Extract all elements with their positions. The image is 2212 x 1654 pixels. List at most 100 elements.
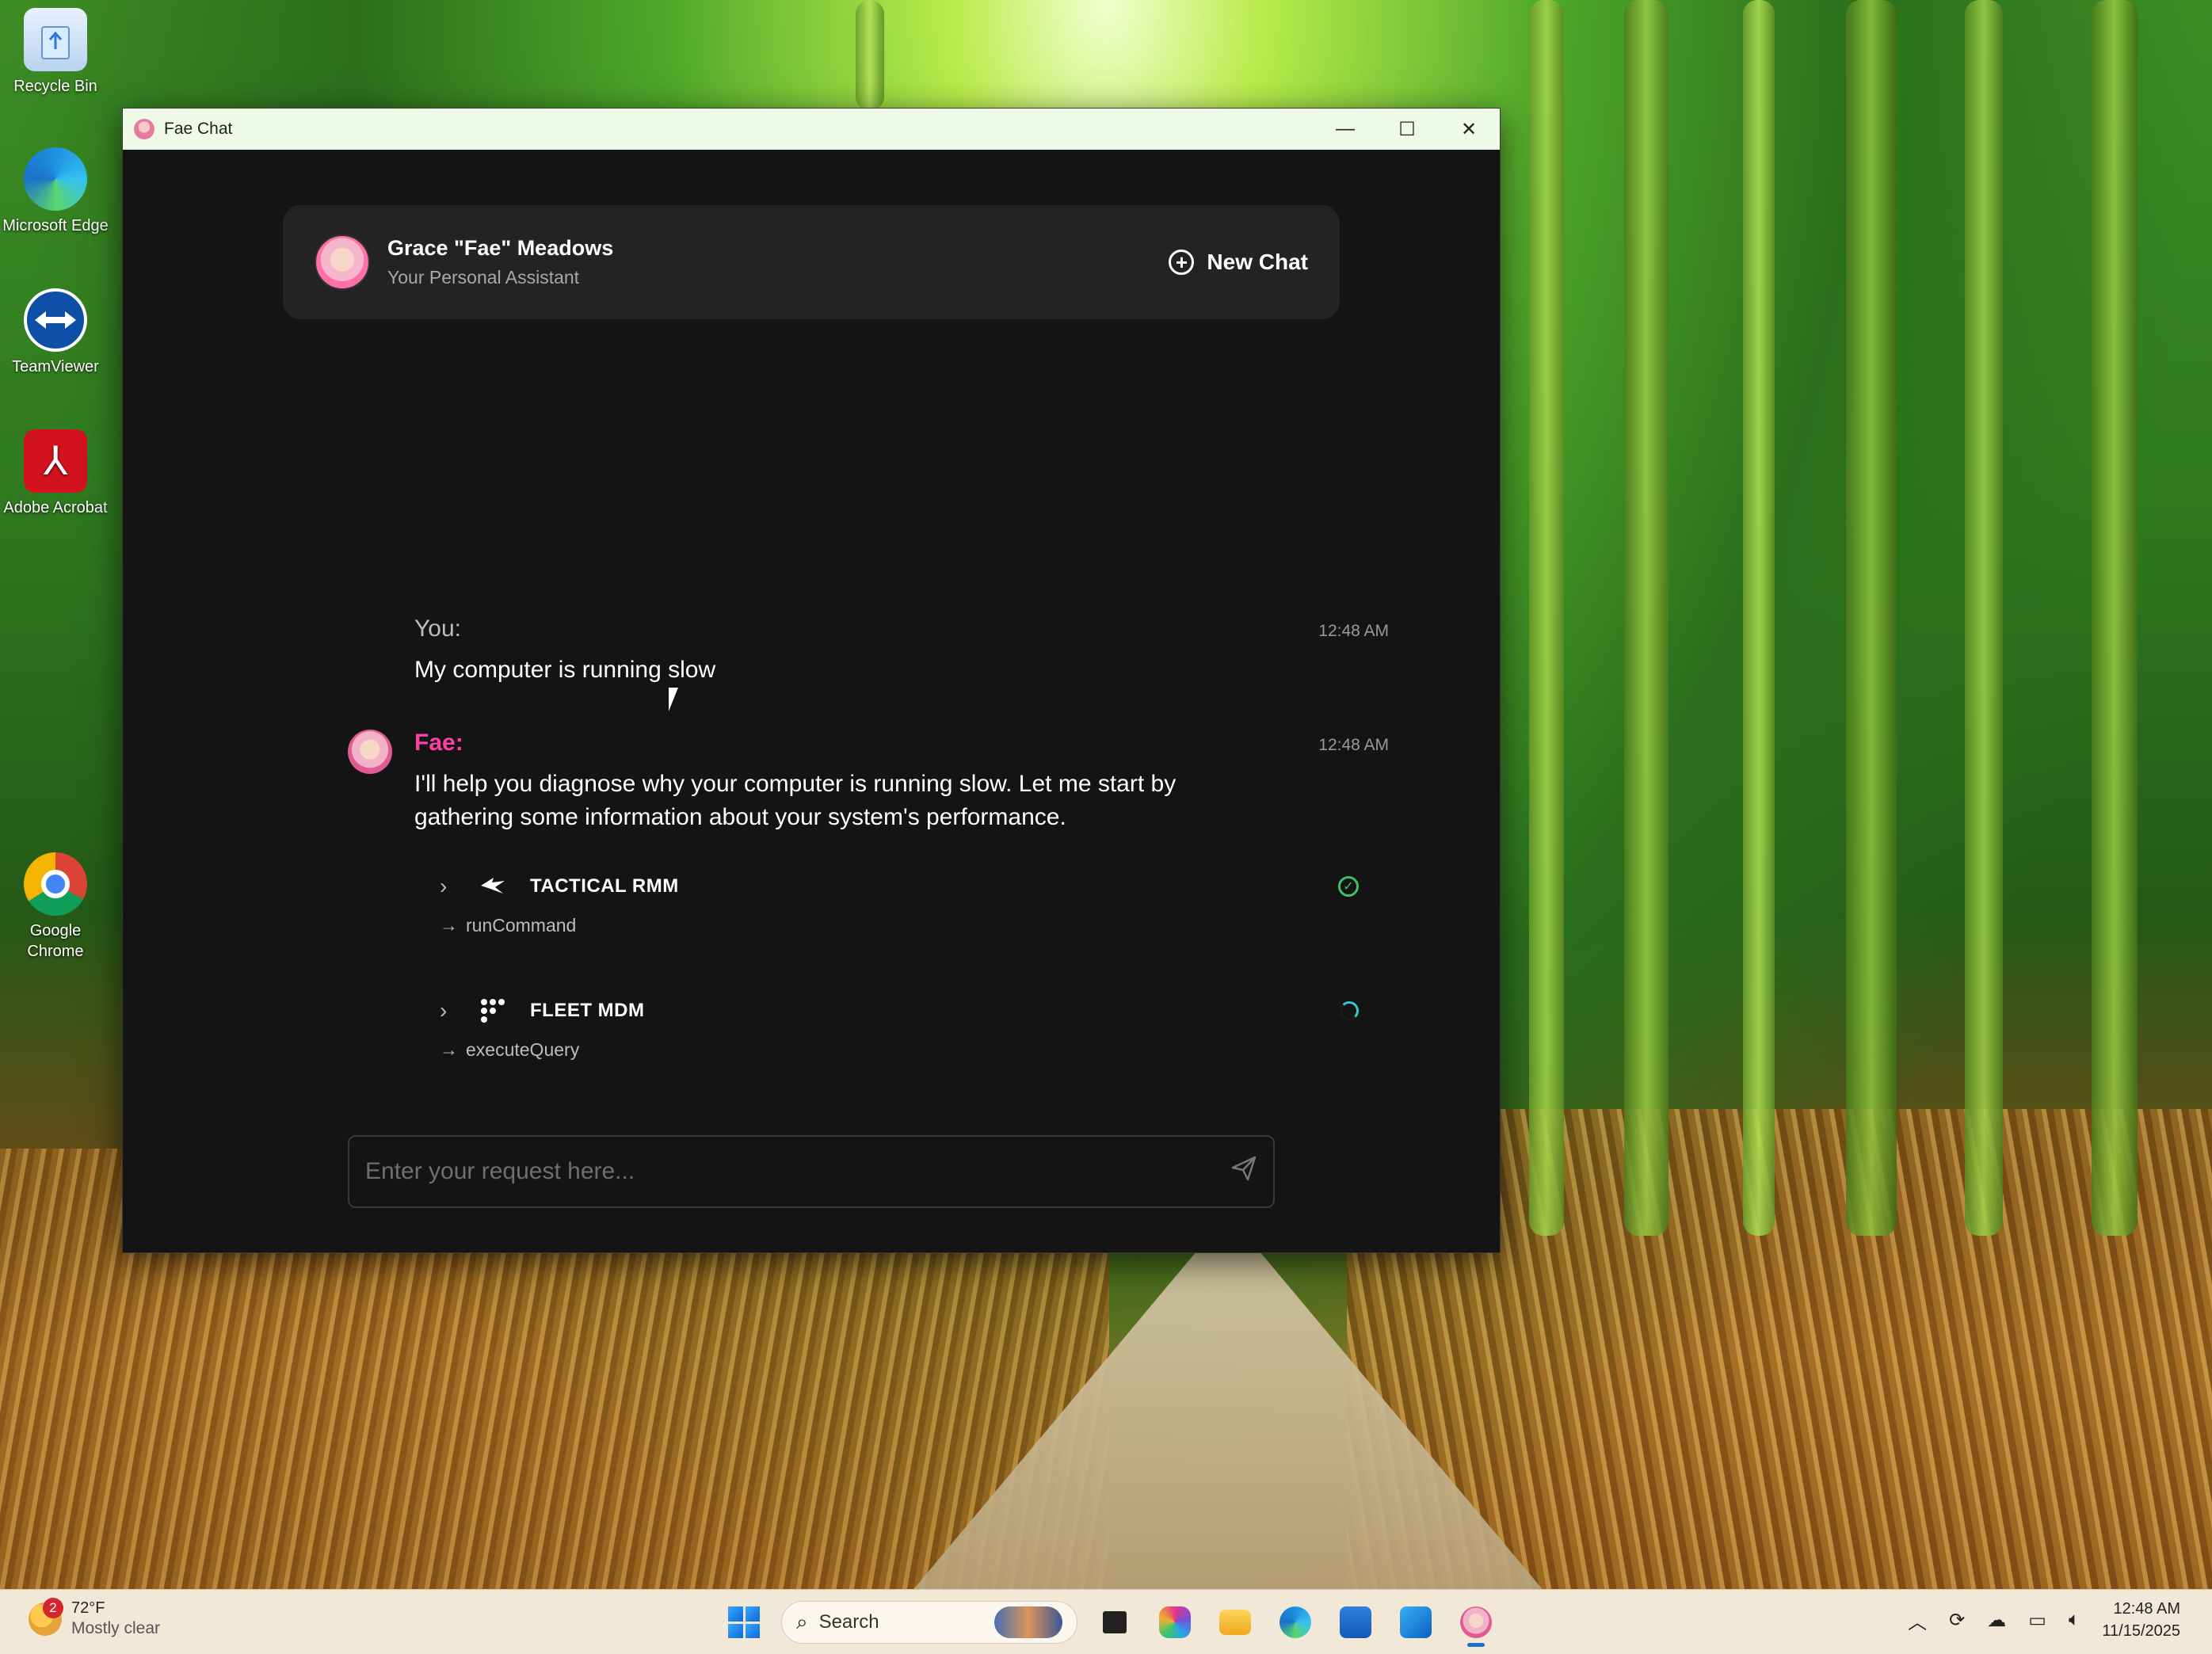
wallpaper-bamboo [1529, 0, 1564, 1236]
edge-icon [24, 147, 87, 211]
minimize-button[interactable]: — [1314, 109, 1376, 150]
notification-badge: 2 [43, 1597, 63, 1618]
tactical-rmm-icon [479, 876, 514, 897]
windows-icon [728, 1606, 760, 1638]
task-view-button[interactable] [1089, 1598, 1141, 1647]
desktop-icon-label: Google Chrome [27, 922, 84, 960]
tool-name: FLEET MDM [530, 1000, 645, 1021]
wallpaper-bamboo [1624, 0, 1669, 1236]
weather-condition: Mostly clear [71, 1619, 161, 1637]
taskbar-apps: ⌕ Search [718, 1598, 1510, 1647]
wallpaper-bamboo [856, 0, 884, 111]
desktop-icon-acrobat[interactable]: ⅄ Adobe Acrobat [0, 429, 111, 518]
assistant-name: Grace "Fae" Meadows [387, 236, 614, 260]
arrow-right-icon: → [440, 1039, 458, 1060]
fleet-mdm-icon [479, 997, 514, 1024]
tool-action-name: runCommand [466, 915, 577, 936]
message-timestamp: 12:48 AM [1318, 622, 1389, 640]
tool-action: → runCommand [440, 915, 1375, 936]
outlook-button[interactable] [1390, 1598, 1442, 1647]
file-explorer-button[interactable] [1209, 1598, 1261, 1647]
message-text: My computer is running slow [414, 657, 716, 683]
plus-circle-icon: + [1169, 250, 1195, 275]
search-label: Search [818, 1611, 879, 1633]
assistant-message: Fae: 12:48 AM I'll help you diagnose why… [414, 730, 1389, 834]
weather-sun-icon: 2 [29, 1597, 63, 1636]
tool-call-tactical-rmm: › TACTICAL RMM ✓ → runCommand [440, 869, 1375, 936]
fae-avatar [348, 730, 392, 774]
fae-chat-window: Fae Chat — ☐ ✕ Grace "Fae" Meadows Your … [122, 108, 1501, 1253]
desktop-icon-chrome[interactable]: Google Chrome [0, 852, 111, 962]
message-timestamp: 12:48 AM [1318, 736, 1389, 754]
tool-call-header[interactable]: › FLEET MDM [440, 993, 1375, 1028]
user-message: You: 12:48 AM My computer is running slo… [414, 615, 1389, 687]
arrow-right-icon: → [440, 915, 458, 936]
weather-temp: 72°F [71, 1599, 105, 1617]
taskbar: 2 72°F Mostly clear ⌕ Search ︿ ⟳ ☁ ▭ 🔈︎ … [0, 1589, 2212, 1654]
chevron-right-icon[interactable]: › [440, 874, 479, 899]
recycle-bin-icon [24, 8, 87, 71]
edge-taskbar-button[interactable] [1269, 1598, 1321, 1647]
store-button[interactable] [1329, 1598, 1382, 1647]
wallpaper-bamboo [1846, 0, 1897, 1236]
window-controls: — ☐ ✕ [1314, 109, 1500, 150]
tool-name: TACTICAL RMM [530, 875, 679, 897]
maximize-button[interactable]: ☐ [1376, 109, 1438, 150]
edge-icon [1280, 1606, 1311, 1638]
chat-input-container [348, 1135, 1275, 1208]
fae-avatar-icon [1460, 1606, 1492, 1638]
desktop-icon-edge[interactable]: Microsoft Edge [0, 147, 111, 236]
new-chat-label: New Chat [1207, 250, 1308, 274]
window-titlebar[interactable]: Fae Chat — ☐ ✕ [123, 109, 1500, 150]
sync-icon[interactable]: ⟳ [1949, 1609, 1965, 1632]
m365-button[interactable] [1149, 1598, 1201, 1647]
teamviewer-icon [24, 288, 87, 352]
cloud-offline-icon[interactable]: ☁ [1987, 1609, 2006, 1632]
volume-icon[interactable]: 🔈︎ [2069, 1609, 2080, 1631]
tool-action: → executeQuery [440, 1039, 1375, 1061]
clock-time: 12:48 AM [2113, 1600, 2180, 1618]
tool-call-header[interactable]: › TACTICAL RMM ✓ [440, 869, 1375, 904]
wallpaper-bamboo [1965, 0, 2003, 1236]
status-check-icon: ✓ [1338, 876, 1359, 897]
loading-spinner-icon [1340, 1001, 1359, 1020]
m365-icon [1159, 1606, 1191, 1638]
wallpaper-bamboo [2092, 0, 2138, 1236]
desktop-icon-label: Microsoft Edge [2, 217, 109, 234]
window-title: Fae Chat [164, 120, 233, 138]
fae-chat-taskbar-button[interactable] [1450, 1598, 1502, 1647]
chevron-up-icon[interactable]: ︿ [1908, 1606, 1927, 1634]
start-button[interactable] [718, 1598, 770, 1647]
acrobat-icon: ⅄ [24, 429, 87, 493]
task-view-icon [1103, 1611, 1127, 1633]
weather-widget[interactable]: 2 72°F Mostly clear [29, 1597, 161, 1638]
outlook-icon [1400, 1606, 1432, 1638]
desktop-icon-recycle-bin[interactable]: Recycle Bin [0, 8, 111, 97]
send-icon[interactable] [1230, 1155, 1257, 1188]
search-icon: ⌕ [796, 1610, 808, 1633]
search-highlight-image [994, 1606, 1062, 1638]
desktop-icon-teamviewer[interactable]: TeamViewer [0, 288, 111, 377]
desktop-icon-label: TeamViewer [12, 358, 99, 375]
assistant-header-card: Grace "Fae" Meadows Your Personal Assist… [283, 205, 1340, 319]
mouse-cursor [669, 688, 688, 711]
clock[interactable]: 12:48 AM 11/15/2025 [2102, 1598, 2180, 1642]
chevron-right-icon[interactable]: › [440, 998, 479, 1023]
assistant-subtitle: Your Personal Assistant [387, 267, 580, 288]
clock-date: 11/15/2025 [2102, 1622, 2180, 1640]
close-button[interactable]: ✕ [1438, 109, 1500, 150]
chrome-icon [24, 852, 87, 916]
store-icon [1340, 1606, 1371, 1638]
taskbar-search[interactable]: ⌕ Search [781, 1601, 1077, 1644]
chat-input[interactable] [365, 1158, 1230, 1185]
new-chat-button[interactable]: + New Chat [1169, 250, 1308, 275]
message-author: You: [414, 615, 461, 642]
tool-action-name: executeQuery [466, 1039, 580, 1060]
system-tray: ︿ ⟳ ☁ ▭ 🔈︎ 12:48 AM 11/15/2025 [1908, 1598, 2180, 1642]
network-icon[interactable]: ▭ [2028, 1609, 2046, 1632]
app-avatar-icon [134, 119, 154, 139]
tool-call-fleet-mdm: › FLEET MDM → executeQuery [440, 993, 1375, 1061]
wallpaper-bamboo [1743, 0, 1775, 1236]
folder-icon [1219, 1610, 1251, 1635]
desktop-icon-label: Recycle Bin [13, 78, 97, 95]
